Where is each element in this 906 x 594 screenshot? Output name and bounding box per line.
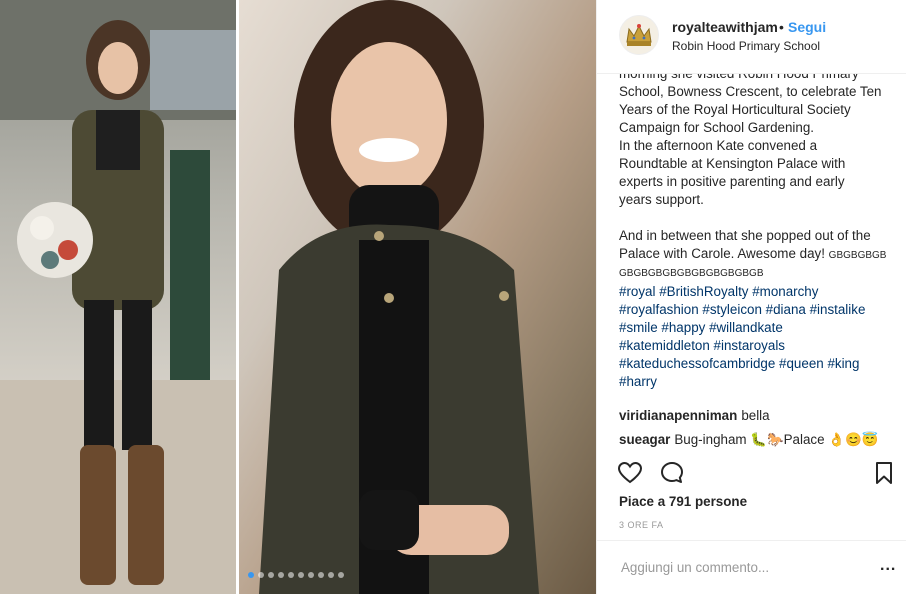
photo-left — [0, 0, 236, 594]
comments-area[interactable]: morning she visited Robin Hood Primary S… — [597, 74, 906, 450]
caption-text: Palace with Carole. Awesome day! — [619, 246, 825, 261]
post-username[interactable]: royalteawithjam — [672, 19, 778, 35]
heart-icon[interactable] — [617, 460, 643, 486]
post-location[interactable]: Robin Hood Primary School — [672, 39, 820, 53]
comment-input[interactable] — [619, 559, 863, 576]
flag-emoji-text: GBGBGBGB — [828, 250, 887, 261]
post-sidebar: royalteawithjam • Segui Robin Hood Prima… — [596, 0, 906, 594]
carousel-dot[interactable] — [248, 572, 254, 578]
comment-username[interactable]: viridianapenniman — [619, 408, 737, 423]
caption-line: morning she visited Robin Hood Primary — [619, 74, 891, 83]
carousel-indicator[interactable] — [248, 572, 344, 578]
bookmark-icon[interactable] — [871, 460, 897, 486]
carousel-dot[interactable] — [308, 572, 314, 578]
post-media[interactable] — [0, 0, 596, 594]
caption-line: School, Bowness Crescent, to celebrate T… — [619, 84, 882, 99]
carousel-dot[interactable] — [288, 572, 294, 578]
caption-line: Years of the Royal Horticultural Society — [619, 102, 851, 117]
carousel-dot[interactable] — [318, 572, 324, 578]
hashtag-line[interactable]: #royalfashion #styleicon #diana #instali… — [619, 301, 891, 319]
hashtag-line[interactable]: #smile #happy #willandkate — [619, 319, 891, 337]
post-actions — [597, 452, 906, 492]
photo-left-illustration — [0, 0, 236, 594]
post-header: royalteawithjam • Segui Robin Hood Prima… — [597, 0, 906, 74]
post-caption: morning she visited Robin Hood Primary S… — [619, 74, 891, 391]
avatar[interactable] — [619, 15, 659, 55]
carousel-dot[interactable] — [338, 572, 344, 578]
caption-line: years support. — [619, 192, 704, 207]
comment-item: viridianapenniman bella — [619, 407, 899, 425]
hashtag-line[interactable]: #kateduchessofcambridge #queen #king — [619, 355, 891, 373]
flag-emoji-line: GBGBGBGBGBGBGBGBGBGB — [619, 268, 764, 279]
caption-line: Roundtable at Kensington Palace with — [619, 156, 846, 171]
hashtag-line[interactable]: #harry — [619, 373, 891, 391]
comment-icon[interactable] — [659, 460, 685, 486]
caption-line: In the afternoon Kate convened a — [619, 138, 818, 153]
carousel-dot[interactable] — [258, 572, 264, 578]
likes-text: Piace a 791 persone — [619, 494, 748, 509]
caption-line: And in between that she popped out of th… — [619, 228, 871, 243]
likes-count[interactable]: Piace a 791 persone — [619, 494, 747, 509]
carousel-dot[interactable] — [278, 572, 284, 578]
separator-dot: • — [779, 19, 784, 35]
photo-right-illustration — [259, 0, 539, 594]
carousel-dot[interactable] — [328, 572, 334, 578]
hashtag-line[interactable]: #royal #BritishRoyalty #monarchy — [619, 283, 891, 301]
hashtag-line[interactable]: #katemiddleton #instaroyals — [619, 337, 891, 355]
caption-line: Palace with Carole. Awesome day! GBGBGBG… — [619, 245, 891, 265]
more-options-button[interactable]: ... — [880, 557, 896, 575]
caption-line: Campaign for School Gardening. — [619, 120, 815, 135]
crown-icon — [620, 16, 658, 54]
caption-line: experts in positive parenting and early — [619, 174, 845, 189]
follow-button[interactable]: Segui — [788, 19, 826, 35]
comment-text: bella — [741, 408, 770, 423]
comment-username[interactable]: sueagar — [619, 432, 670, 447]
carousel-dot[interactable] — [298, 572, 304, 578]
photo-right — [239, 0, 596, 594]
carousel-dot[interactable] — [268, 572, 274, 578]
add-comment-bar: ... — [597, 540, 906, 594]
comment-item: sueagar Bug-ingham 🐛🐎Palace 👌😊😇 — [619, 431, 899, 449]
comment-text: Bug-ingham 🐛🐎Palace 👌😊😇 — [674, 432, 879, 447]
post-timestamp[interactable]: 3 ORE FA — [619, 520, 664, 530]
